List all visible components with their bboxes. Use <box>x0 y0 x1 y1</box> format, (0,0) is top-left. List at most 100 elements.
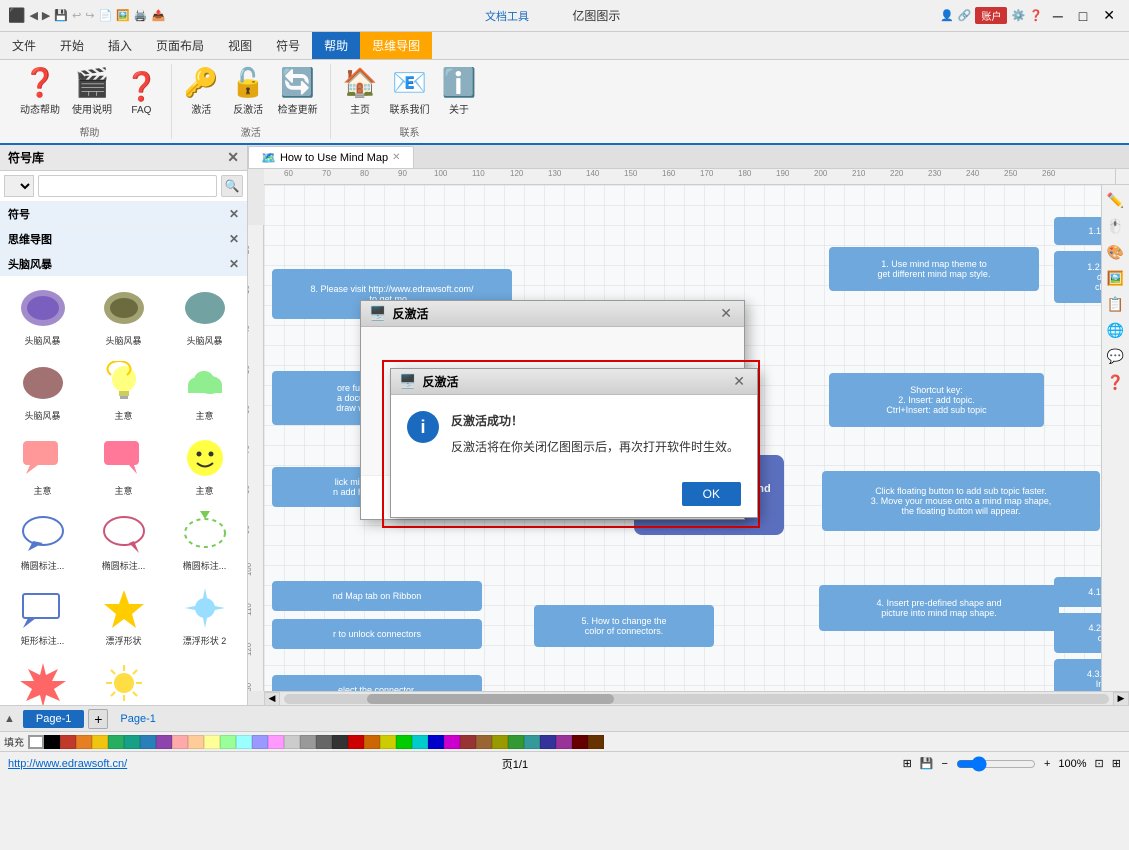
print-btn[interactable]: 🖨️ <box>134 9 148 22</box>
ribbon-btn-deactivate[interactable]: 🔓 反激活 <box>227 64 270 118</box>
symbol-item-bulb[interactable]: 主意 <box>85 355 162 426</box>
ribbon-btn-check-update[interactable]: 🔄 检查更新 <box>274 64 322 118</box>
swatch-teal1[interactable] <box>124 735 140 749</box>
swatch-orange1[interactable] <box>76 735 92 749</box>
status-icon-grid[interactable]: ⊞ <box>903 757 912 770</box>
mindmap-node-floating[interactable]: Click floating button to add sub topic f… <box>822 471 1100 531</box>
dialog-outer-close[interactable]: ✕ <box>716 305 736 322</box>
menu-page-layout[interactable]: 页面布局 <box>144 32 216 59</box>
panel-section-brainstorm-close[interactable]: ✕ <box>229 257 239 271</box>
mindmap-node-ribbon-tab[interactable]: nd Map tab on Ribbon <box>272 581 482 611</box>
mindmap-node-4-3[interactable]: 4.3. Click Insert Pictu...Insert Shape F… <box>1054 659 1101 691</box>
symbol-item-oval2[interactable]: 椭圆标注... <box>85 505 162 576</box>
redo-btn[interactable]: ↪ <box>85 9 94 22</box>
mindmap-node-1-1[interactable]: 1.1. Go to Mind Map... <box>1054 217 1101 245</box>
status-icon-plus[interactable]: + <box>1044 758 1050 770</box>
swatch-findigo[interactable] <box>540 735 556 749</box>
swatch-lgray[interactable] <box>284 735 300 749</box>
export-btn[interactable]: 📤 <box>152 9 166 22</box>
new-btn[interactable]: 📄 <box>99 9 113 22</box>
symbol-search-input[interactable] <box>38 175 217 197</box>
swatch-dgray[interactable] <box>316 735 332 749</box>
symbol-item-brain3[interactable]: 头脑风暴 <box>166 280 243 351</box>
undo-btn[interactable]: ↩ <box>72 9 81 22</box>
ribbon-btn-home[interactable]: 🏠 主页 <box>339 64 382 118</box>
swatch-lavender[interactable] <box>252 735 268 749</box>
ribbon-btn-about[interactable]: ℹ️ 关于 <box>438 64 481 118</box>
swatch-pink2[interactable] <box>268 735 284 749</box>
menu-mindmap[interactable]: 思维导图 <box>360 32 432 59</box>
menu-help[interactable]: 帮助 <box>312 32 360 59</box>
swatch-cyan[interactable] <box>236 735 252 749</box>
swatch-white[interactable] <box>28 735 44 749</box>
rt-btn-image[interactable]: 🖼️ <box>1105 267 1127 289</box>
status-link[interactable]: http://www.edrawsoft.cn/ <box>8 758 127 770</box>
canvas-tab-main[interactable]: 🗺️ How to Use Mind Map ✕ <box>248 146 414 168</box>
rt-btn-layer[interactable]: 📋 <box>1105 293 1127 315</box>
template-btn[interactable]: 🖼️ <box>116 9 130 22</box>
symbol-item-rect[interactable]: 矩形标注... <box>4 580 81 651</box>
swatch-dgreen[interactable] <box>396 735 412 749</box>
mindmap-node-4[interactable]: 4. Insert pre-defined shape andpicture i… <box>819 585 1059 631</box>
symbol-search-button[interactable]: 🔍 <box>221 175 243 197</box>
minimize-btn[interactable]: ─ <box>1047 8 1069 24</box>
rt-btn-pencil[interactable]: ✏️ <box>1105 189 1127 211</box>
status-icon-fit[interactable]: ⊡ <box>1095 757 1104 770</box>
save-btn[interactable]: 💾 <box>54 9 68 22</box>
symbol-item-brain1[interactable]: 头脑风暴 <box>4 280 81 351</box>
swatch-purple1[interactable] <box>156 735 172 749</box>
ribbon-btn-manual[interactable]: 🎬 使用说明 <box>68 64 116 118</box>
swatch-dpurple[interactable] <box>444 735 460 749</box>
mindmap-node-unlock[interactable]: r to unlock connectors <box>272 619 482 649</box>
scroll-left-btn[interactable]: ◀ <box>264 692 280 706</box>
swatch-dolive[interactable] <box>380 735 396 749</box>
swatch-vdbrown[interactable] <box>588 735 604 749</box>
status-icon-minus[interactable]: − <box>942 758 948 770</box>
panel-section-symbol-header[interactable]: 符号 ✕ <box>0 202 247 226</box>
menu-insert[interactable]: 插入 <box>96 32 144 59</box>
swatch-vdgray[interactable] <box>332 735 348 749</box>
rt-btn-globe[interactable]: 🌐 <box>1105 319 1127 341</box>
rt-btn-question[interactable]: ❓ <box>1105 371 1127 393</box>
swatch-pink1[interactable] <box>172 735 188 749</box>
mindmap-node-4-1[interactable]: 4.1. Select a mind m... <box>1054 577 1101 607</box>
swatch-brown1[interactable] <box>460 735 476 749</box>
swatch-fgreen[interactable] <box>508 735 524 749</box>
rt-btn-paint[interactable]: 🎨 <box>1105 241 1127 263</box>
menu-start[interactable]: 开始 <box>48 32 96 59</box>
scrollbar-horizontal[interactable]: ◀ ▶ <box>264 691 1129 705</box>
symbol-item-oval3[interactable]: 椭圆标注... <box>166 505 243 576</box>
rt-btn-chat[interactable]: 💬 <box>1105 345 1127 367</box>
swatch-olive[interactable] <box>492 735 508 749</box>
symbol-dropdown[interactable] <box>4 175 34 197</box>
ribbon-btn-contact[interactable]: 📧 联系我们 <box>386 64 434 118</box>
mindmap-node-5[interactable]: 5. How to change thecolor of connectors. <box>534 605 714 647</box>
scroll-right-btn[interactable]: ▶ <box>1113 692 1129 706</box>
dialog-deactivate-inner[interactable]: 🖥️ 反激活 ✕ i 反激活成功！ 反激活将在你关闭亿图图示后，再次打开软件时生… <box>390 368 758 518</box>
swatch-dblue[interactable] <box>428 735 444 749</box>
symbol-item-brain4[interactable]: 头脑风暴 <box>4 355 81 426</box>
page-tab-1[interactable]: Page-1 <box>23 710 84 728</box>
symbol-item-talk2[interactable]: 主意 <box>85 430 162 501</box>
swatch-dred[interactable] <box>348 735 364 749</box>
swatch-vdred[interactable] <box>572 735 588 749</box>
rt-btn-cursor[interactable]: 🖱️ <box>1105 215 1127 237</box>
status-icon-pages[interactable]: ⊞ <box>1112 757 1121 770</box>
swatch-mgray[interactable] <box>300 735 316 749</box>
page-add-button[interactable]: + <box>88 709 108 729</box>
panel-section-symbol-close[interactable]: ✕ <box>229 207 239 221</box>
back-btn[interactable]: ◀ <box>29 9 37 22</box>
swatch-red1[interactable] <box>60 735 76 749</box>
mindmap-node-1-2[interactable]: 1.2. Click Mind Map t...drop down butto.… <box>1054 251 1101 303</box>
scroll-thumb-h[interactable] <box>367 694 615 704</box>
swatch-yellow2[interactable] <box>204 735 220 749</box>
ribbon-btn-faq[interactable]: ❓ FAQ <box>120 68 163 118</box>
swatch-green1[interactable] <box>108 735 124 749</box>
canvas-tab-close[interactable]: ✕ <box>392 152 400 163</box>
swatch-dteal[interactable] <box>412 735 428 749</box>
page-nav-up[interactable]: ▲ <box>4 713 15 725</box>
mindmap-node-select-connector[interactable]: elect the connector,o Home tab, click Li… <box>272 675 482 691</box>
panel-section-mindmap-header[interactable]: 思维导图 ✕ <box>0 227 247 251</box>
menu-file[interactable]: 文件 <box>0 32 48 59</box>
symbol-item-talk1[interactable]: 主意 <box>4 430 81 501</box>
